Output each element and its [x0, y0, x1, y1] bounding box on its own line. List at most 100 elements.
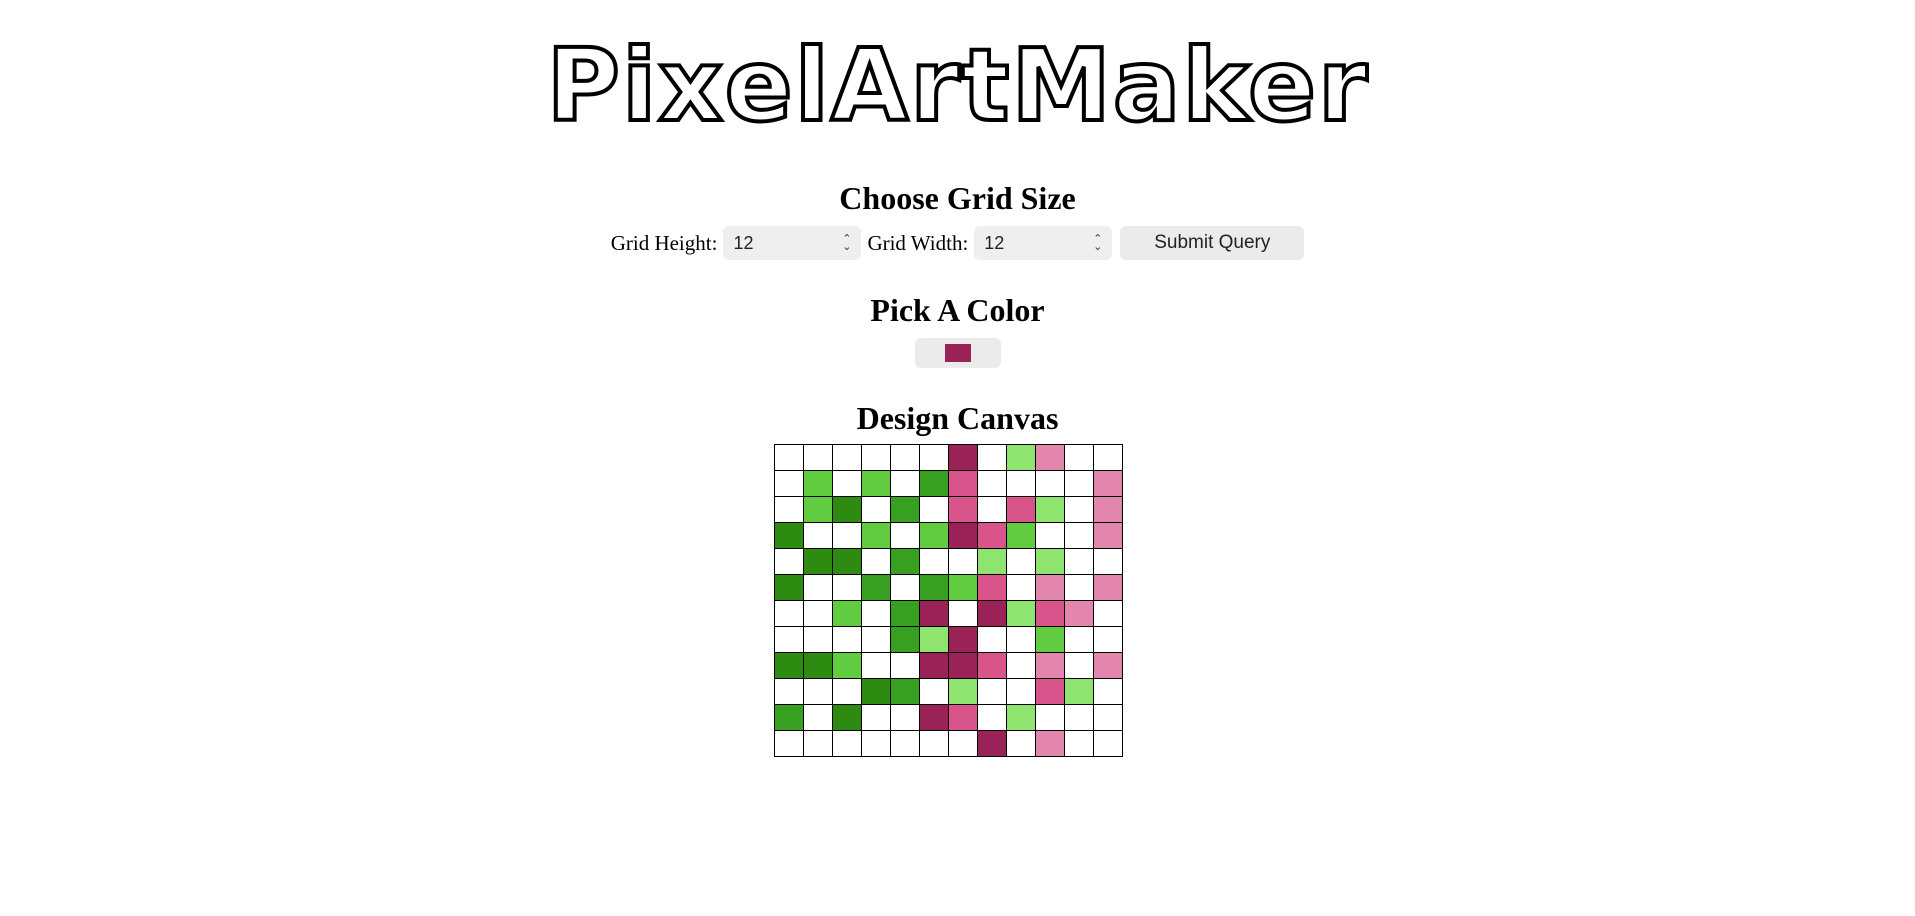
canvas-cell[interactable] [1064, 626, 1094, 653]
canvas-cell[interactable] [1064, 470, 1094, 497]
canvas-cell[interactable] [1035, 678, 1065, 705]
canvas-cell[interactable] [861, 600, 891, 627]
canvas-cell[interactable] [1006, 470, 1036, 497]
canvas-cell[interactable] [774, 626, 804, 653]
canvas-cell[interactable] [1064, 574, 1094, 601]
canvas-cell[interactable] [1064, 678, 1094, 705]
canvas-cell[interactable] [1064, 522, 1094, 549]
canvas-cell[interactable] [1035, 704, 1065, 731]
canvas-cell[interactable] [948, 678, 978, 705]
canvas-cell[interactable] [861, 548, 891, 575]
canvas-cell[interactable] [861, 470, 891, 497]
canvas-cell[interactable] [861, 678, 891, 705]
canvas-cell[interactable] [774, 444, 804, 471]
canvas-cell[interactable] [803, 678, 833, 705]
spinner-icon[interactable]: ⌃ ⌄ [842, 234, 851, 253]
canvas-cell[interactable] [1093, 496, 1123, 523]
canvas-cell[interactable] [1035, 496, 1065, 523]
canvas-cell[interactable] [774, 704, 804, 731]
canvas-cell[interactable] [977, 626, 1007, 653]
canvas-cell[interactable] [1064, 652, 1094, 679]
canvas-cell[interactable] [861, 704, 891, 731]
canvas-cell[interactable] [861, 730, 891, 757]
canvas-cell[interactable] [803, 574, 833, 601]
canvas-cell[interactable] [948, 444, 978, 471]
canvas-cell[interactable] [1035, 470, 1065, 497]
canvas-cell[interactable] [948, 470, 978, 497]
canvas-cell[interactable] [919, 678, 949, 705]
canvas-cell[interactable] [919, 548, 949, 575]
canvas-cell[interactable] [832, 496, 862, 523]
canvas-cell[interactable] [890, 522, 920, 549]
canvas-cell[interactable] [890, 678, 920, 705]
canvas-cell[interactable] [832, 574, 862, 601]
canvas-cell[interactable] [861, 522, 891, 549]
canvas-cell[interactable] [1093, 704, 1123, 731]
canvas-cell[interactable] [774, 652, 804, 679]
color-picker[interactable] [915, 338, 1001, 368]
canvas-cell[interactable] [1006, 704, 1036, 731]
canvas-cell[interactable] [1064, 704, 1094, 731]
canvas-cell[interactable] [890, 704, 920, 731]
canvas-cell[interactable] [977, 574, 1007, 601]
canvas-cell[interactable] [832, 704, 862, 731]
canvas-cell[interactable] [832, 626, 862, 653]
canvas-cell[interactable] [832, 548, 862, 575]
canvas-cell[interactable] [803, 652, 833, 679]
canvas-cell[interactable] [1093, 548, 1123, 575]
canvas-cell[interactable] [919, 496, 949, 523]
canvas-cell[interactable] [832, 652, 862, 679]
canvas-cell[interactable] [1093, 600, 1123, 627]
canvas-cell[interactable] [1064, 548, 1094, 575]
canvas-cell[interactable] [803, 548, 833, 575]
canvas-cell[interactable] [774, 496, 804, 523]
canvas-cell[interactable] [948, 600, 978, 627]
canvas-cell[interactable] [948, 626, 978, 653]
canvas-cell[interactable] [861, 444, 891, 471]
canvas-cell[interactable] [1093, 522, 1123, 549]
canvas-cell[interactable] [919, 470, 949, 497]
canvas-cell[interactable] [774, 470, 804, 497]
grid-width-input[interactable]: 12 ⌃ ⌄ [974, 226, 1113, 260]
canvas-cell[interactable] [1064, 730, 1094, 757]
canvas-cell[interactable] [948, 496, 978, 523]
canvas-cell[interactable] [861, 626, 891, 653]
canvas-cell[interactable] [1093, 730, 1123, 757]
canvas-cell[interactable] [774, 730, 804, 757]
canvas-cell[interactable] [1093, 678, 1123, 705]
canvas-cell[interactable] [803, 444, 833, 471]
canvas-cell[interactable] [774, 574, 804, 601]
canvas-cell[interactable] [890, 652, 920, 679]
canvas-cell[interactable] [977, 600, 1007, 627]
canvas-cell[interactable] [1064, 444, 1094, 471]
canvas-cell[interactable] [1006, 548, 1036, 575]
canvas-cell[interactable] [832, 678, 862, 705]
canvas-cell[interactable] [1035, 574, 1065, 601]
canvas-cell[interactable] [1035, 600, 1065, 627]
canvas-cell[interactable] [832, 730, 862, 757]
canvas-cell[interactable] [890, 600, 920, 627]
canvas-cell[interactable] [774, 522, 804, 549]
canvas-cell[interactable] [1035, 548, 1065, 575]
spinner-icon[interactable]: ⌃ ⌄ [1093, 234, 1102, 253]
canvas-cell[interactable] [948, 730, 978, 757]
canvas-cell[interactable] [890, 730, 920, 757]
canvas-cell[interactable] [1093, 652, 1123, 679]
canvas-cell[interactable] [1035, 444, 1065, 471]
canvas-cell[interactable] [948, 574, 978, 601]
canvas-cell[interactable] [890, 470, 920, 497]
canvas-cell[interactable] [1006, 444, 1036, 471]
canvas-cell[interactable] [1064, 496, 1094, 523]
canvas-cell[interactable] [1006, 678, 1036, 705]
canvas-cell[interactable] [1093, 574, 1123, 601]
canvas-cell[interactable] [948, 522, 978, 549]
canvas-cell[interactable] [1093, 444, 1123, 471]
canvas-cell[interactable] [977, 470, 1007, 497]
canvas-cell[interactable] [803, 626, 833, 653]
canvas-cell[interactable] [977, 678, 1007, 705]
canvas-cell[interactable] [890, 574, 920, 601]
canvas-cell[interactable] [977, 496, 1007, 523]
canvas-cell[interactable] [861, 574, 891, 601]
canvas-cell[interactable] [1035, 522, 1065, 549]
canvas-cell[interactable] [1006, 600, 1036, 627]
